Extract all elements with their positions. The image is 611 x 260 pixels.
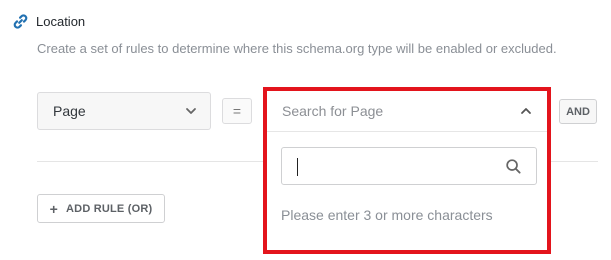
add-rule-label: ADD RULE (OR) <box>66 202 153 215</box>
section-description: Create a set of rules to determine where… <box>37 41 557 56</box>
link-icon <box>13 14 28 29</box>
add-rule-or-button[interactable]: + ADD RULE (OR) <box>37 194 165 223</box>
rule-param-value: Page <box>53 103 86 119</box>
rule-param-select[interactable]: Page <box>37 92 211 130</box>
divider-right <box>548 161 598 162</box>
and-button[interactable]: AND <box>559 99 597 124</box>
operator-badge: = <box>222 98 252 124</box>
highlight-frame <box>263 87 551 254</box>
location-rules-panel: Location Create a set of rules to determ… <box>0 0 611 260</box>
chevron-down-icon <box>186 108 196 114</box>
section-title: Location <box>36 14 86 29</box>
plus-icon: + <box>49 200 59 217</box>
divider <box>37 161 263 162</box>
section-header: Location <box>12 13 85 30</box>
